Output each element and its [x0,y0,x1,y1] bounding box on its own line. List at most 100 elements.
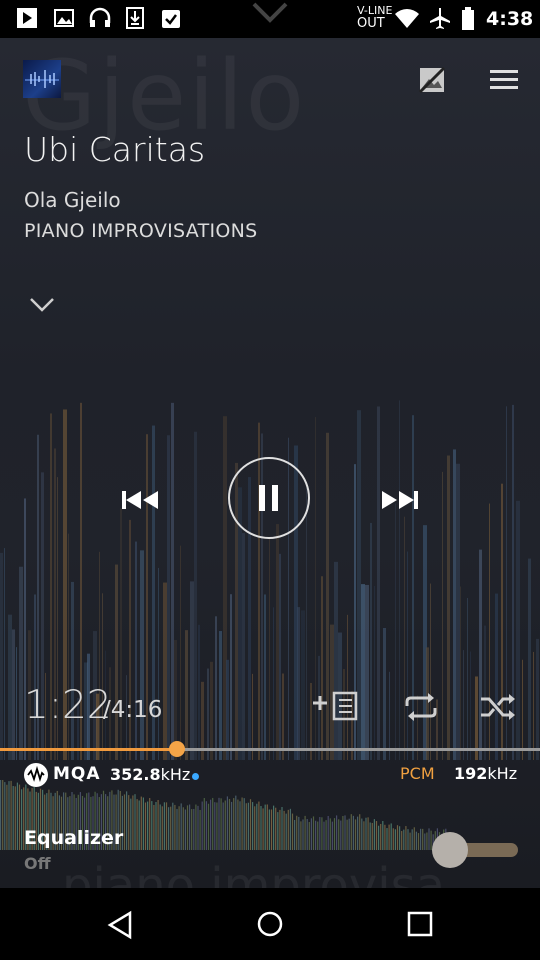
track-artist[interactable]: Ola Gjeilo [24,188,121,212]
spectrum-bar [279,809,281,850]
spectrum-bar [268,809,270,850]
cityscape-bar [0,552,3,760]
cityscape-bar [185,630,188,760]
cityscape-bar [71,581,74,760]
cityscape-bar [407,551,408,760]
cityscape-bar [516,500,520,760]
shuffle-button[interactable] [480,692,516,722]
spectrum-bar [281,807,283,850]
spectrum-bar [331,821,333,850]
spectrum-bar [394,829,396,850]
menu-icon[interactable] [489,68,519,92]
cityscape-bar [460,586,461,760]
spectrum-bar [273,805,275,850]
image-icon [54,9,74,27]
spectrum-bar [266,804,268,850]
cityscape-bar [215,616,217,760]
cityscape-bar [129,519,131,760]
cityscape-bar [361,584,365,760]
spectrum-bar [170,806,172,850]
seek-handle[interactable] [169,741,186,757]
spectrum-bar [142,797,144,850]
spectrum-bar [191,809,193,850]
spectrum-bar [300,821,302,850]
cityscape-bar [347,614,348,760]
equalizer-label: Equalizer [24,827,124,849]
spectrum-bar [228,798,231,850]
cityscape-bar [158,567,159,760]
equalizer-state: Off [24,854,51,873]
spectrum-bar [399,826,401,850]
spectrum-bar [151,801,153,850]
home-icon[interactable] [256,910,284,938]
spectrum-bar [182,807,184,850]
spectrum-bar [413,827,415,850]
album-thumbnail[interactable] [23,60,61,98]
spectrum-bar [348,818,350,850]
spectrum-bar [283,810,285,850]
cityscape-bar [334,561,338,760]
cityscape-bar [528,558,531,760]
cityscape-bar [467,598,468,760]
cityscape-bar [264,594,266,760]
spectrum-bar [285,813,287,850]
spectrum-bar [336,815,338,850]
no-art-icon[interactable] [418,66,446,94]
spectrum-bar [407,829,409,850]
recents-icon[interactable] [407,911,433,937]
spectrum-bar [380,823,382,850]
spectrum-bar [352,815,354,850]
spectrum-bar [224,800,226,850]
cityscape-bar [399,400,400,760]
cityscape-bar [463,650,464,760]
spectrum-bar [256,803,258,850]
cityscape-bar [167,435,170,760]
spectrum-bar [428,828,430,850]
repeat-button[interactable] [403,693,439,721]
cityscape-bar [273,607,274,760]
spectrum-bar [10,780,12,850]
equalizer-toggle-knob[interactable] [432,832,468,868]
cityscape-bar [269,537,270,760]
next-track-button[interactable] [379,489,419,511]
spectrum-bar [155,802,157,850]
cityscape-bar [389,671,390,760]
spectrum-bar [357,816,359,850]
spectrum-bar [388,824,390,850]
cityscape-bar [442,471,443,760]
cityscape-bar [430,583,431,760]
spectrum-bar [201,801,203,850]
spectrum-bar [270,809,273,850]
spectrum-bar [237,799,239,850]
cityscape-bar [377,406,380,760]
chevron-down-handle-icon[interactable] [250,0,290,26]
spectrum-bar [161,806,163,850]
spectrum-bar [308,822,310,850]
back-icon[interactable] [106,910,134,940]
cityscape-bar [163,582,167,760]
spectrum-bar [310,818,312,850]
cityscape-bar [321,576,323,760]
track-album[interactable]: PIANO IMPROVISATIONS [24,220,258,242]
spectrum-bar [392,828,394,850]
add-to-playlist-button[interactable] [312,691,358,721]
collapse-chevron-icon[interactable] [28,296,56,314]
spectrum-bar [149,798,151,850]
spectrum-bar [130,798,132,850]
spectrum-bar [344,815,346,850]
wifi-icon [395,9,419,28]
previous-track-button[interactable] [121,489,161,511]
spectrum-bar [14,786,16,850]
spectrum-bar [153,804,155,850]
cityscape-bar [495,593,498,760]
cityscape-bar [230,594,232,760]
navigation-bar [0,888,540,960]
spectrum-bar [277,812,279,850]
spectrum-bar [333,818,336,850]
spectrum-bar [252,802,254,850]
play-store-icon [17,8,37,28]
spectrum-bar [218,797,220,850]
spectrum-bar [147,801,149,850]
spectrum-bar [233,798,235,850]
pause-button[interactable] [228,457,310,539]
